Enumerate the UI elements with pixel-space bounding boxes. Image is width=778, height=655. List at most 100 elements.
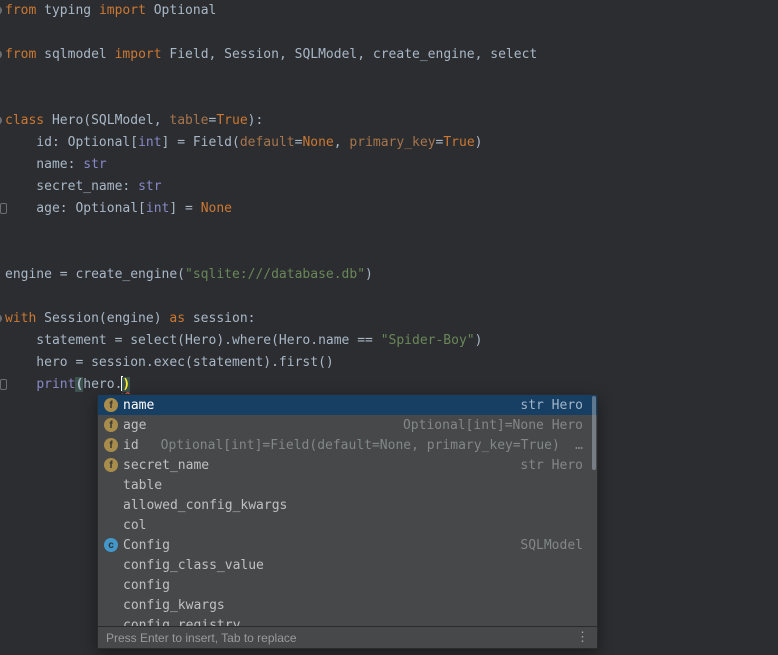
gutter-icon[interactable] <box>0 379 7 390</box>
completion-item-label: config_kwargs <box>123 598 225 613</box>
code-line[interactable] <box>0 22 778 44</box>
code-line[interactable]: with Session(engine) as session: <box>0 308 778 330</box>
code-token: "Spider-Boy" <box>381 333 475 348</box>
code-token: statement = select(Hero).where(Hero.name… <box>5 333 381 348</box>
field-icon: f <box>104 438 118 452</box>
field-icon: f <box>104 398 118 412</box>
code-token: hero = session.exec(statement).first() <box>5 355 334 370</box>
code-token: engine = create_engine( <box>5 267 185 282</box>
gutter-icon[interactable] <box>0 314 2 323</box>
code-lines: from typing import Optional from sqlmodel… <box>0 0 778 396</box>
no-icon <box>104 618 118 626</box>
code-line[interactable] <box>0 242 778 264</box>
code-token: import <box>115 47 162 62</box>
code-line[interactable]: engine = create_engine("sqlite:///databa… <box>0 264 778 286</box>
completion-item-config_class_value[interactable]: config_class_value <box>98 555 597 575</box>
completion-item-label: age <box>123 418 146 433</box>
code-token: from <box>5 47 36 62</box>
gutter-icon[interactable] <box>0 50 2 59</box>
completion-item-label: table <box>123 478 162 493</box>
completion-item-Config[interactable]: c Config SQLModel <box>98 535 597 555</box>
completion-item-config_registry[interactable]: config_registry <box>98 615 597 626</box>
gutter-icon[interactable] <box>0 6 2 15</box>
code-line[interactable]: secret_name: str <box>0 176 778 198</box>
gutter-icon[interactable] <box>0 203 7 214</box>
code-line[interactable]: age: Optional[int] = None <box>0 198 778 220</box>
completion-item-label: secret_name <box>123 458 209 473</box>
code-token: ] = Field( <box>162 135 240 150</box>
code-line[interactable]: name: str <box>0 154 778 176</box>
class-icon: c <box>104 538 118 552</box>
completion-item-label: allowed_config_kwargs <box>123 498 287 513</box>
completion-item-table[interactable]: table <box>98 475 597 495</box>
code-token <box>5 377 36 392</box>
completion-item-id[interactable]: fid Optional[int]=Field(default=None, pri… <box>98 435 597 455</box>
completion-item-label: config <box>123 578 170 593</box>
popup-scrollbar[interactable] <box>592 396 596 470</box>
code-token: ] = <box>169 201 200 216</box>
code-token: None <box>201 201 232 216</box>
code-token: Hero(SQLModel, <box>44 113 169 128</box>
code-line[interactable] <box>0 220 778 242</box>
code-token: id: Optional[ <box>5 135 138 150</box>
completion-item-label: id <box>123 438 139 453</box>
completion-item-allowed_config_kwargs[interactable]: allowed_config_kwargs <box>98 495 597 515</box>
completion-item-config_kwargs[interactable]: config_kwargs <box>98 595 597 615</box>
code-token: ) <box>475 333 483 348</box>
code-token: as <box>169 311 185 326</box>
completion-item-secret_name[interactable]: f secret_name str Hero <box>98 455 597 475</box>
code-token: class <box>5 113 44 128</box>
code-line[interactable]: from typing import Optional <box>0 0 778 22</box>
code-line[interactable] <box>0 66 778 88</box>
gutter-icon[interactable] <box>0 116 2 125</box>
code-token: default <box>240 135 295 150</box>
code-token: from <box>5 3 36 18</box>
completion-item-name[interactable]: fname str Hero <box>98 395 597 415</box>
completion-item-col[interactable]: col <box>98 515 597 535</box>
completion-item-type: … <box>575 438 583 453</box>
kebab-menu-icon[interactable] <box>576 631 589 644</box>
code-token: print <box>36 377 75 392</box>
code-line[interactable]: id: Optional[int] = Field(default=None, … <box>0 132 778 154</box>
completion-item-label: config_registry <box>123 618 240 627</box>
completion-item-type: SQLModel <box>520 538 583 553</box>
field-icon: f <box>104 418 118 432</box>
completion-item-type: str Hero <box>520 458 583 473</box>
completion-item-config[interactable]: config <box>98 575 597 595</box>
completion-item-age[interactable]: fageOptional[int]=None Hero <box>98 415 597 435</box>
completion-item-signature: Optional[int]=Field(default=None, primar… <box>161 438 560 453</box>
code-line[interactable]: class Hero(SQLModel, table=True): <box>0 110 778 132</box>
code-token: ) <box>365 267 373 282</box>
code-token: "sqlite:///database.db" <box>185 267 365 282</box>
code-line[interactable]: from sqlmodel import Field, Session, SQL… <box>0 44 778 66</box>
completion-item-type: str Hero <box>520 398 583 413</box>
code-token: Session(engine) <box>36 311 169 326</box>
code-token: int <box>146 201 169 216</box>
no-icon <box>104 518 118 532</box>
code-token: typing <box>36 3 99 18</box>
code-line[interactable]: print(hero.) <box>0 374 778 396</box>
code-line[interactable] <box>0 88 778 110</box>
code-token: age: Optional[ <box>5 201 146 216</box>
code-line[interactable]: hero = session.exec(statement).first() <box>0 352 778 374</box>
field-icon: f <box>104 458 118 472</box>
code-token: int <box>138 135 161 150</box>
code-token: import <box>99 3 146 18</box>
code-token: str <box>83 157 106 172</box>
completion-item-label: name <box>123 398 154 413</box>
completion-popup: fnamestr HerofageOptional[int]=None Hero… <box>97 394 598 649</box>
no-icon <box>104 598 118 612</box>
no-icon <box>104 498 118 512</box>
code-token: primary_key <box>349 135 435 150</box>
code-line[interactable] <box>0 286 778 308</box>
no-icon <box>104 578 118 592</box>
code-token: , <box>334 135 350 150</box>
completion-list: fnamestr HerofageOptional[int]=None Hero… <box>98 395 597 626</box>
code-token: None <box>302 135 333 150</box>
code-token: True <box>216 113 247 128</box>
completion-item-label: config_class_value <box>123 558 264 573</box>
code-line[interactable]: statement = select(Hero).where(Hero.name… <box>0 330 778 352</box>
completion-footer: Press Enter to insert, Tab to replace <box>98 626 597 648</box>
code-token: Field, Session, SQLModel, create_engine,… <box>162 47 538 62</box>
completion-item-label: Config <box>123 538 170 553</box>
